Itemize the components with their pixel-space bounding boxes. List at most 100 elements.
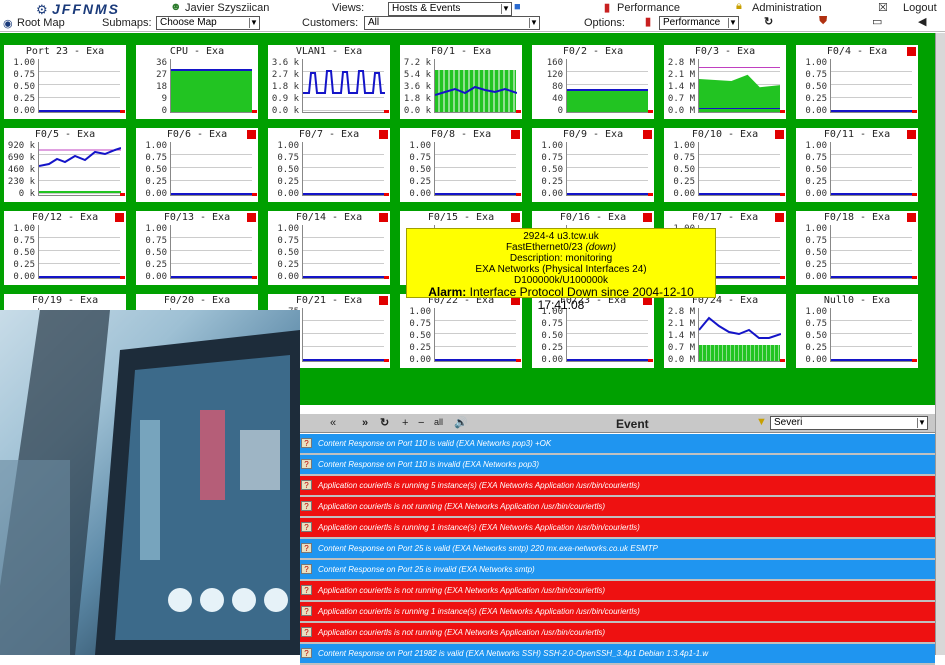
graph-panel[interactable]: F0/6 - Exa 1.00 0.75 0.50 0.25 0.00 <box>136 128 258 202</box>
minus-button[interactable]: − <box>418 417 424 429</box>
graph-tick-label: 0.75 <box>409 153 431 163</box>
monitor-illustration <box>0 310 300 655</box>
graph-tick-label: 0.7 M <box>667 94 695 104</box>
filter-icon[interactable]: ▼ <box>756 416 767 428</box>
graph-title: F0/17 - Exa <box>691 212 759 223</box>
collapse-icon[interactable]: « <box>330 417 336 429</box>
graph-tick-label: 0.75 <box>145 153 167 163</box>
event-row[interactable]: ? Application couriertls is running 1 ins… <box>300 518 935 539</box>
event-row[interactable]: ? Content Response on Port 25 is valid (E… <box>300 539 935 560</box>
window-icon[interactable]: ▭ <box>872 15 882 28</box>
graph-tick-label: 1.4 M <box>667 82 695 92</box>
graph-tick-label: 0.25 <box>805 260 827 270</box>
graph-title: F0/18 - Exa <box>823 212 891 223</box>
event-info-icon[interactable]: ? <box>301 543 312 553</box>
graph-panel[interactable]: CPU - Exa 36 27 18 9 0 <box>136 45 258 119</box>
axis-marker <box>912 110 917 113</box>
refresh-icon[interactable]: ↻ <box>764 15 773 28</box>
graph-plot <box>830 225 917 279</box>
chevron-down-icon: ▼ <box>917 418 926 428</box>
event-info-icon[interactable]: ? <box>301 585 312 595</box>
graph-tick-label: 0.50 <box>13 82 35 92</box>
plus-button[interactable]: + <box>402 417 408 429</box>
axis-marker <box>912 193 917 196</box>
event-info-icon[interactable]: ? <box>301 564 312 574</box>
event-info-icon[interactable]: ? <box>301 501 312 511</box>
graph-plot <box>698 59 785 113</box>
event-row[interactable]: ? Content Response on Port 25 is invalid … <box>300 560 935 581</box>
graph-line <box>435 85 517 96</box>
event-row[interactable]: ? Application couriertls is running 5 ins… <box>300 476 935 497</box>
severity-select[interactable]: Severi ▼ <box>770 416 928 430</box>
event-info-icon[interactable]: ? <box>301 627 312 637</box>
graph-panel[interactable]: F0/8 - Exa 1.00 0.75 0.50 0.25 0.00 <box>400 128 522 202</box>
graph-panel[interactable]: F0/13 - Exa 1.00 0.75 0.50 0.25 0.00 <box>136 211 258 285</box>
event-info-icon[interactable]: ? <box>301 459 312 469</box>
alarm-indicator <box>379 130 388 139</box>
expand-button[interactable]: » <box>362 417 368 429</box>
event-info-icon[interactable]: ? <box>301 438 312 448</box>
user-name[interactable]: Javier Szysziican <box>185 2 269 14</box>
axis-marker <box>516 359 521 362</box>
submaps-select[interactable]: Choose Map ▼ <box>156 16 260 30</box>
graph-panel[interactable]: F0/10 - Exa 1.00 0.75 0.50 0.25 0.00 <box>664 128 786 202</box>
customers-select[interactable]: All ▼ <box>364 16 540 30</box>
submaps-label: Submaps: <box>102 17 152 29</box>
event-info-icon[interactable]: ? <box>301 648 312 658</box>
event-row[interactable]: ? Application couriertls is not running (… <box>300 581 935 602</box>
graph-panel[interactable]: F0/9 - Exa 1.00 0.75 0.50 0.25 0.00 <box>532 128 654 202</box>
event-row[interactable]: ? Application couriertls is running 1 ins… <box>300 602 935 623</box>
options-select[interactable]: Performance ▼ <box>659 16 739 30</box>
graph-panel[interactable]: F0/4 - Exa 1.00 0.75 0.50 0.25 0.00 <box>796 45 918 119</box>
event-row[interactable]: ? Content Response on Port 110 is valid (… <box>300 434 935 455</box>
graph-panel[interactable]: F0/7 - Exa 1.00 0.75 0.50 0.25 0.00 <box>268 128 390 202</box>
graph-panel[interactable]: VLAN1 - Exa 3.6 k 2.7 k 1.8 k 0.9 k 0.0 k <box>268 45 390 119</box>
alarm-indicator <box>643 130 652 139</box>
event-info-icon[interactable]: ? <box>301 522 312 532</box>
event-text: Content Response on Port 21982 is valid … <box>318 649 709 658</box>
graph-tick-label: 1.8 k <box>271 82 299 92</box>
graph-panel[interactable]: F0/5 - Exa 920 k 690 k 460 k 230 k 0 k <box>4 128 126 202</box>
graph-panel[interactable]: F0/2 - Exa 160 120 80 40 0 <box>532 45 654 119</box>
graph-panel[interactable]: F0/1 - Exa 7.2 k 5.4 k 3.6 k 1.8 k 0.0 k <box>400 45 522 119</box>
graph-tick-label: 80 <box>552 82 563 92</box>
performance-link[interactable]: Performance <box>617 2 680 14</box>
graph-panel[interactable]: F0/12 - Exa 1.00 0.75 0.50 0.25 0.00 <box>4 211 126 285</box>
event-row[interactable]: ? Application couriertls is not running (… <box>300 497 935 518</box>
lock-icon: 🔒︎ <box>736 0 742 12</box>
go-icon[interactable]: ■ <box>514 1 521 13</box>
alarm-indicator <box>379 213 388 222</box>
graph-panel[interactable]: F0/18 - Exa 1.00 0.75 0.50 0.25 0.00 <box>796 211 918 285</box>
jffnms-logo-icon[interactable]: ⚙ <box>36 2 48 18</box>
app-name[interactable]: JFFNMS <box>52 1 120 17</box>
event-row[interactable]: ? Content Response on Port 110 is invalid… <box>300 455 935 476</box>
graph-tick-label: 0.00 <box>13 106 35 116</box>
graph-title: F0/5 - Exa <box>34 129 96 140</box>
root-map-link[interactable]: Root Map <box>17 17 65 29</box>
event-info-icon[interactable]: ? <box>301 606 312 616</box>
shield-icon[interactable]: ⛊ <box>819 15 827 28</box>
event-text: Application couriertls is running 1 inst… <box>318 523 640 532</box>
event-row[interactable]: ? Application couriertls is not running (… <box>300 623 935 644</box>
customers-label: Customers: <box>302 17 359 29</box>
graph-line <box>567 89 648 91</box>
graph-panel[interactable]: Null0 - Exa 1.00 0.75 0.50 0.25 0.00 <box>796 294 918 368</box>
administration-link[interactable]: Administration <box>752 2 822 14</box>
graph-panel[interactable]: F0/11 - Exa 1.00 0.75 0.50 0.25 0.00 <box>796 128 918 202</box>
scrollbar[interactable] <box>935 33 945 655</box>
graph-title: CPU - Exa <box>169 46 225 57</box>
graph-tick-label: 1.00 <box>805 224 827 234</box>
graph-tick-label: 0.50 <box>805 82 827 92</box>
event-info-icon[interactable]: ? <box>301 480 312 490</box>
refresh-button[interactable]: ↻ <box>380 416 389 429</box>
views-select[interactable]: Hosts & Events ▼ <box>388 2 512 16</box>
graph-panel[interactable]: F0/14 - Exa 1.00 0.75 0.50 0.25 0.00 <box>268 211 390 285</box>
sound-icon[interactable]: ◀ <box>918 15 926 28</box>
graph-tick-label: 0.0 k <box>271 106 299 116</box>
sound-button[interactable]: 🔊 <box>454 416 468 429</box>
graph-panel[interactable]: Port 23 - Exa 1.00 0.75 0.50 0.25 0.00 <box>4 45 126 119</box>
graph-panel[interactable]: F0/3 - Exa 2.8 M 2.1 M 1.4 M 0.7 M 0.0 M <box>664 45 786 119</box>
all-button[interactable]: all <box>434 417 443 427</box>
logout-link[interactable]: Logout <box>903 2 937 14</box>
graph-tick-label: 160 <box>546 58 563 68</box>
